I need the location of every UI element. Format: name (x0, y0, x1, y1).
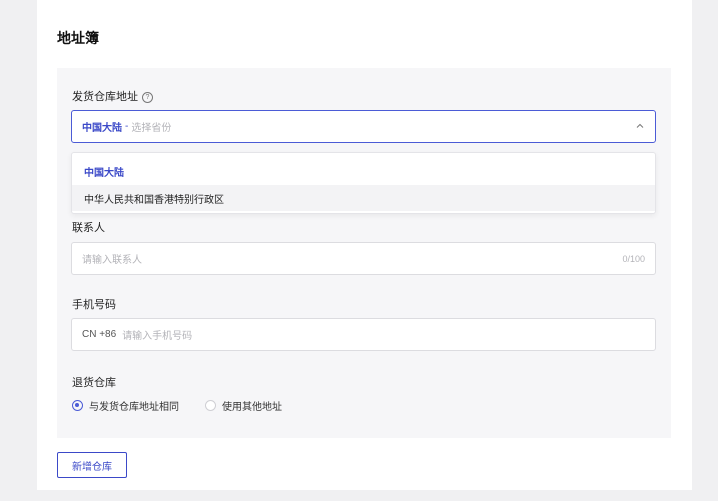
radio-selected-icon[interactable] (72, 400, 83, 411)
region-option-mainland[interactable]: 中国大陆 (72, 158, 655, 184)
help-icon[interactable]: ? (142, 92, 153, 103)
contact-char-counter: 0/100 (622, 253, 645, 264)
phone-country-prefix[interactable]: CN +86 (82, 329, 116, 340)
phone-input[interactable]: CN +86 请输入手机号码 (71, 318, 656, 351)
region-separator: - (125, 121, 129, 132)
province-placeholder: 选择省份 (131, 123, 172, 134)
ship-warehouse-label-text: 发货仓库地址 (72, 91, 138, 103)
ship-warehouse-label: 发货仓库地址? (72, 88, 153, 104)
section-title: 地址簿 (57, 30, 99, 46)
region-selected-value: 中国大陆 (82, 123, 122, 134)
region-option-hongkong[interactable]: 中华人民共和国香港特别行政区 (72, 185, 655, 211)
add-warehouse-button[interactable]: 新增仓库 (57, 452, 127, 478)
return-warehouse-label: 退货仓库 (72, 377, 116, 389)
contact-label: 联系人 (72, 222, 105, 234)
phone-placeholder: 请输入手机号码 (122, 331, 193, 342)
chevron-up-icon[interactable] (636, 122, 644, 130)
region-select[interactable]: 中国大陆 - 选择省份 (71, 110, 656, 143)
contact-placeholder: 请输入联系人 (82, 255, 142, 266)
radio-unselected-icon[interactable] (205, 400, 216, 411)
region-dropdown: 中国大陆 中华人民共和国香港特别行政区 (71, 152, 656, 214)
phone-label: 手机号码 (72, 299, 116, 311)
option-same-address[interactable]: 与发货仓库地址相同 (89, 398, 179, 413)
return-warehouse-options: 与发货仓库地址相同 使用其他地址 (72, 398, 282, 413)
option-other-address[interactable]: 使用其他地址 (222, 398, 282, 413)
contact-input[interactable]: 请输入联系人 0/100 (71, 242, 656, 275)
